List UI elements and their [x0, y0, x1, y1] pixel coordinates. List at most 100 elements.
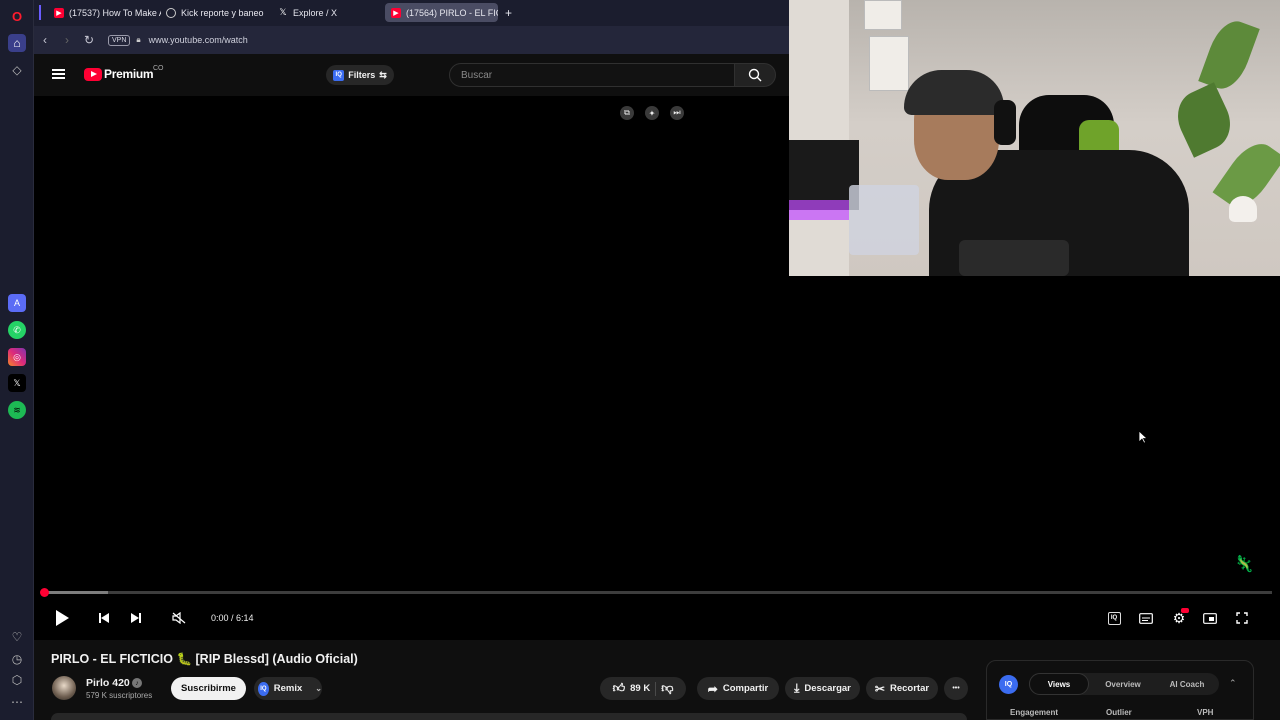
x-favicon-icon: 𝕏 [279, 7, 287, 17]
heart-icon[interactable]: ♡ [8, 628, 26, 646]
like-button[interactable]: 👍︎ 89 K [613, 681, 651, 696]
opera-logo-icon[interactable]: O [8, 7, 26, 25]
share-button[interactable]: ➦ Compartir [697, 677, 779, 700]
search-input[interactable]: Buscar [449, 63, 735, 87]
like-dislike-group: 👍︎ 89 K 👎︎ [600, 677, 686, 700]
youtube-header: Premium CO IQ Filters ⇆ Buscar [34, 54, 790, 96]
more-actions-button[interactable]: ••• [944, 677, 968, 700]
spotify-icon[interactable]: ≋ [8, 401, 26, 419]
globe-favicon-icon [166, 7, 176, 18]
time-display: 0:00 / 6:14 [211, 613, 254, 623]
channel-avatar[interactable] [52, 676, 76, 700]
menu-icon[interactable] [52, 69, 65, 79]
tab-label: (17564) PIRLO - EL FICTIC [406, 7, 498, 18]
lamp [1229, 196, 1257, 222]
remix-button[interactable]: IQ Remix ⌄ [254, 677, 322, 700]
forward-icon[interactable]: › [56, 29, 78, 51]
filters-button[interactable]: IQ Filters ⇆ [326, 65, 394, 85]
previous-icon [99, 613, 109, 623]
download-button[interactable]: ⤓ Descargar [785, 677, 860, 700]
tab-3[interactable]: 𝕏 Explore / X [272, 3, 385, 22]
sparkle-icon[interactable]: ✦ [645, 106, 659, 120]
subtitles-icon [1139, 612, 1153, 624]
youtube-logo-icon[interactable] [84, 68, 102, 81]
browser-sidebar: O ⌂ ◇ A ✆ ◎ 𝕏 ≋ ♡ ◷ ⬡ ⋯ [0, 0, 34, 720]
theater-icon [1203, 612, 1217, 624]
share-label: Compartir [722, 683, 769, 694]
download-icon: ⤓ [794, 681, 800, 695]
url-field[interactable]: www.youtube.com/watch [149, 35, 248, 45]
extensions-icon[interactable]: ⬡ [8, 671, 26, 689]
search-icon [748, 68, 762, 82]
subscribe-button[interactable]: Suscribirme [171, 677, 246, 700]
dislike-button[interactable]: 👎︎ [661, 681, 673, 696]
mute-button[interactable] [170, 608, 188, 628]
channel-watermark-icon[interactable]: 🦎 [1234, 554, 1254, 574]
shirt-print [959, 240, 1069, 276]
vidiq-logo-icon[interactable]: IQ [999, 675, 1018, 694]
collapse-chevron-icon[interactable]: ⌃ [1229, 678, 1237, 689]
download-label: Descargar [804, 683, 851, 694]
chevron-down-icon[interactable]: ⌄ [315, 684, 322, 693]
progress-bar[interactable] [40, 588, 1272, 597]
divider [655, 681, 657, 696]
search-button[interactable] [734, 63, 776, 87]
vidiq-icon: IQ [1107, 611, 1121, 625]
lock-icon[interactable]: 🔒︎ [136, 35, 140, 45]
ai-assistant-icon[interactable]: A [8, 294, 26, 312]
column-engagement: Engagement [1010, 708, 1059, 717]
history-icon[interactable]: ◷ [8, 650, 26, 668]
playhead-scrubber[interactable] [40, 588, 49, 597]
webcam-overlay [789, 0, 1280, 276]
x-icon[interactable]: 𝕏 [8, 374, 26, 392]
channel-name[interactable]: Pirlo 420 [86, 677, 130, 689]
skip-icon[interactable]: ⏭ [670, 106, 684, 120]
like-count: 89 K [630, 683, 651, 694]
whatsapp-icon[interactable]: ✆ [8, 321, 26, 339]
wall-poster [864, 0, 902, 30]
tab-2[interactable]: Kick reporte y baneo [160, 3, 273, 22]
fullscreen-button[interactable] [1234, 608, 1250, 628]
vidiq-badge-icon: IQ [333, 69, 345, 81]
volume-muted-icon [172, 612, 186, 624]
tab-ai-coach[interactable]: AI Coach [1157, 673, 1217, 695]
address-bar: ‹ › ↻ VPN 🔒︎ www.youtube.com/watch [34, 26, 790, 54]
tab-views[interactable]: Views [1029, 673, 1089, 695]
more-icon[interactable]: ⋯ [8, 693, 26, 711]
thumbs-up-icon: 👍︎ [612, 681, 626, 695]
description-box[interactable] [51, 713, 967, 720]
tab-label: Kick reporte y baneo [181, 7, 264, 18]
home-icon[interactable]: ⌂ [8, 34, 26, 52]
next-button[interactable] [128, 608, 144, 628]
tab-label: (17537) How To Make A R [69, 7, 161, 18]
tab-bar: ▶ (17537) How To Make A R Kick reporte y… [34, 0, 790, 26]
wall-poster [869, 36, 909, 91]
settings-button[interactable]: ⚙ [1170, 608, 1189, 628]
tab-overview[interactable]: Overview [1093, 673, 1153, 695]
reload-icon[interactable]: ↻ [78, 29, 100, 51]
youtube-favicon-icon: ▶ [391, 7, 401, 18]
verified-icon: ♪ [132, 678, 142, 688]
streamer-cap [904, 70, 1004, 115]
play-button[interactable] [52, 608, 72, 628]
vidiq-panel: IQ Views Overview AI Coach ⌃ Engagement … [986, 660, 1254, 720]
new-tab-button[interactable]: + [501, 3, 519, 22]
subtitles-button[interactable] [1138, 608, 1154, 628]
tab-1[interactable]: ▶ (17537) How To Make A R [48, 3, 161, 22]
vpn-badge[interactable]: VPN [108, 34, 131, 46]
streamer-headset [994, 100, 1016, 145]
youtube-favicon-icon: ▶ [54, 7, 64, 18]
pip-icon[interactable]: ⧉ [620, 106, 634, 120]
theater-mode-button[interactable] [1202, 608, 1218, 628]
youtube-premium-logo-text[interactable]: Premium [104, 67, 154, 81]
vidiq-player-button[interactable]: IQ [1106, 608, 1122, 628]
instagram-icon[interactable]: ◎ [8, 348, 26, 366]
previous-button[interactable] [96, 608, 112, 628]
vidiq-remix-icon: IQ [258, 681, 269, 696]
tab-4-active[interactable]: ▶ (17564) PIRLO - EL FICTIC [385, 3, 498, 22]
aria-icon[interactable]: ◇ [8, 61, 26, 79]
back-icon[interactable]: ‹ [34, 29, 56, 51]
share-icon: ➦ [707, 681, 718, 696]
tab-island-marker [39, 5, 41, 20]
clip-button[interactable]: ✂ Recortar [866, 677, 938, 700]
